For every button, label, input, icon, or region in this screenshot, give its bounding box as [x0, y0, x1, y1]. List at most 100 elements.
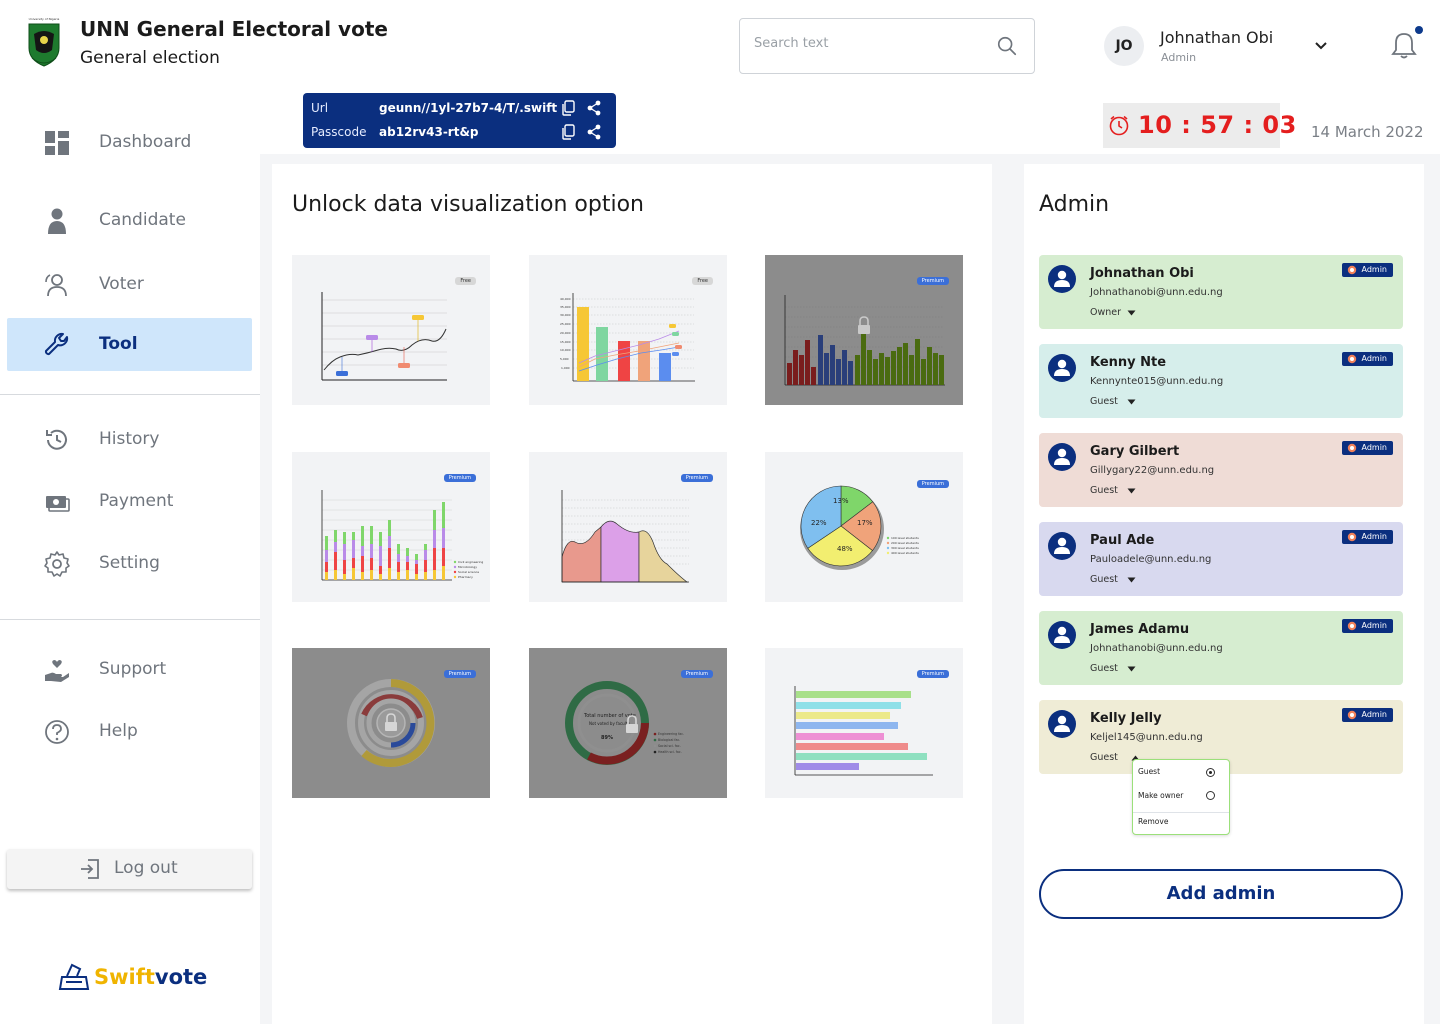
role-option-remove[interactable]: Remove — [1138, 817, 1168, 826]
radio-make-owner[interactable] — [1206, 791, 1215, 800]
stacked-bar-segment — [424, 572, 427, 580]
bar-line-tick: 35,000 — [560, 305, 571, 309]
stacked-bar-segment — [379, 546, 382, 566]
sidebar-item-label: Setting — [99, 553, 160, 573]
logout-button[interactable]: Log out — [7, 849, 252, 889]
stacked-bar-segment — [406, 556, 409, 562]
sidebar-item-label: History — [99, 429, 160, 449]
sidebar-item-support[interactable]: Support — [7, 643, 252, 696]
user-role: Admin — [1161, 51, 1197, 64]
stacked-bar-segment — [352, 568, 355, 580]
admin-role-select[interactable]: Guest — [1090, 663, 1118, 674]
admin-email: Johnathanobi@unn.edu.ng — [1090, 643, 1223, 654]
stacked-bar-segment — [325, 536, 328, 550]
admin-role-select[interactable]: Owner — [1090, 307, 1121, 318]
thumbnail-vertical-bar-chart[interactable]: Premium — [765, 255, 963, 405]
logout-label: Log out — [114, 858, 178, 878]
page-title: Unlock data visualization option — [292, 192, 644, 217]
share-icon[interactable] — [587, 124, 601, 140]
stacked-bar-segment — [415, 554, 418, 560]
url-row: Url geunn//1yl-27b7-4/T/.swift — [311, 98, 611, 118]
thumbnail-radial-chart[interactable]: Premium — [292, 648, 490, 798]
stacked-bar-segment — [379, 574, 382, 580]
admin-tag-label: Admin — [1361, 265, 1388, 274]
radio-guest[interactable] — [1206, 768, 1215, 777]
thumbnail-bar-line-chart[interactable]: 40,000 35,000 30,000 25,000 20,000 15,00… — [529, 255, 727, 405]
sidebar-item-history[interactable]: History — [7, 413, 252, 466]
stacked-bar-segment — [388, 568, 391, 580]
thumbnail-area-chart[interactable]: Premium — [529, 452, 727, 602]
sidebar-item-candidate[interactable]: Candidate — [7, 194, 252, 247]
sidebar-item-payment[interactable]: Payment — [7, 475, 252, 528]
stacked-bar-segment — [406, 548, 409, 556]
sidebar-item-voter[interactable]: Voter — [7, 258, 252, 311]
admin-card[interactable]: James Adamu Johnathanobi@unn.edu.ng Guest A… — [1039, 611, 1403, 685]
admin-name: James Adamu — [1090, 622, 1190, 637]
search-input[interactable] — [754, 36, 984, 51]
bar-line-tick: 20,000 — [560, 331, 571, 335]
thumbnail-horizontal-bar-chart[interactable]: Premium — [765, 648, 963, 798]
caret-icon[interactable] — [1127, 666, 1136, 672]
admin-card[interactable]: Johnathan Obi Johnathanobi@unn.edu.ng Owne… — [1039, 255, 1403, 329]
role-option-guest[interactable]: Guest — [1138, 767, 1160, 776]
share-icon[interactable] — [587, 100, 601, 116]
thumbnail-donut-chart[interactable]: Total number of vote Not voted by facult… — [529, 648, 727, 798]
sidebar-item-setting[interactable]: Setting — [7, 537, 252, 590]
thumbnail-stacked-bar-chart[interactable]: Civil engineering Microbiology Social sc… — [292, 452, 490, 602]
admin-tag: Admin — [1341, 619, 1393, 633]
admin-role-select[interactable]: Guest — [1090, 396, 1118, 407]
stacked-bar-segment — [361, 526, 364, 546]
copy-icon[interactable] — [561, 100, 575, 116]
thumbnail-pie-chart[interactable]: 13% 17% 22% 48% 100 level students 200 l… — [765, 452, 963, 602]
donut-legend: Biological fac. — [658, 738, 680, 742]
stacked-bar-segment — [442, 566, 445, 580]
role-option-make-owner[interactable]: Make owner — [1138, 791, 1183, 800]
brand-text-vote: vote — [154, 965, 208, 989]
university-logo: University of Nigeria — [24, 14, 64, 70]
user-name[interactable]: Johnathan Obi — [1160, 28, 1273, 47]
user-circle-icon — [1048, 265, 1076, 293]
search-icon[interactable] — [996, 35, 1018, 57]
caret-icon[interactable] — [1127, 310, 1136, 316]
app-title: UNN General Electoral vote — [80, 17, 388, 41]
admin-role-select[interactable]: Guest — [1090, 574, 1118, 585]
donut-subtitle: Not voted by faculty — [589, 721, 630, 726]
admin-card[interactable]: Gary Gilbert Gillygary22@unn.edu.ng Guest A… — [1039, 433, 1403, 507]
pie-legend: 100 level students — [891, 536, 919, 540]
bar-line-tick: 10,000 — [560, 348, 571, 352]
plan-badge: Premium — [916, 480, 949, 488]
admin-card[interactable]: Kenny Nte Kennynte015@unn.edu.ng Guest Admi… — [1039, 344, 1403, 418]
copy-icon[interactable] — [561, 124, 575, 140]
admin-title: Admin — [1039, 192, 1110, 217]
bell-icon[interactable] — [1390, 30, 1418, 60]
stacked-bar-segment — [388, 536, 391, 548]
add-admin-button[interactable]: Add admin — [1039, 869, 1403, 919]
sidebar-item-help[interactable]: Help — [7, 705, 252, 758]
chevron-down-icon[interactable] — [1313, 38, 1329, 54]
caret-icon[interactable] — [1127, 399, 1136, 405]
stacked-bar-segment — [352, 532, 355, 540]
stacked-bar-segment — [415, 564, 418, 574]
search-box — [739, 18, 1035, 74]
sidebar-item-dashboard[interactable]: Dashboard — [7, 116, 252, 169]
stacked-legend: Social science — [458, 570, 479, 574]
stacked-bar-segment — [406, 562, 409, 570]
countdown-timer: 10 : 57 : 03 — [1103, 103, 1296, 148]
pie-label: 48% — [837, 545, 853, 553]
badge-icon — [1347, 621, 1356, 631]
admin-card[interactable]: Paul Ade Pauloadele@unn.edu.ng Guest Admin — [1039, 522, 1403, 596]
caret-icon[interactable] — [1127, 577, 1136, 583]
url-value: geunn//1yl-27b7-4/T/.swift — [379, 101, 558, 115]
plan-badge: Free — [692, 277, 713, 285]
caret-icon[interactable] — [1127, 488, 1136, 494]
sidebar-item-tool[interactable]: Tool — [7, 318, 252, 371]
stacked-bar-segment — [370, 544, 373, 558]
sidebar-item-label: Dashboard — [99, 132, 192, 152]
url-label: Url — [311, 101, 329, 115]
avatar[interactable]: JO — [1104, 26, 1144, 66]
app-subtitle: General election — [80, 48, 220, 68]
admin-role-select[interactable]: Guest — [1090, 485, 1118, 496]
thumbnail-line-chart[interactable]: Free — [292, 255, 490, 405]
stacked-bar-segment — [397, 562, 400, 572]
admin-role-select[interactable]: Guest — [1090, 752, 1118, 763]
